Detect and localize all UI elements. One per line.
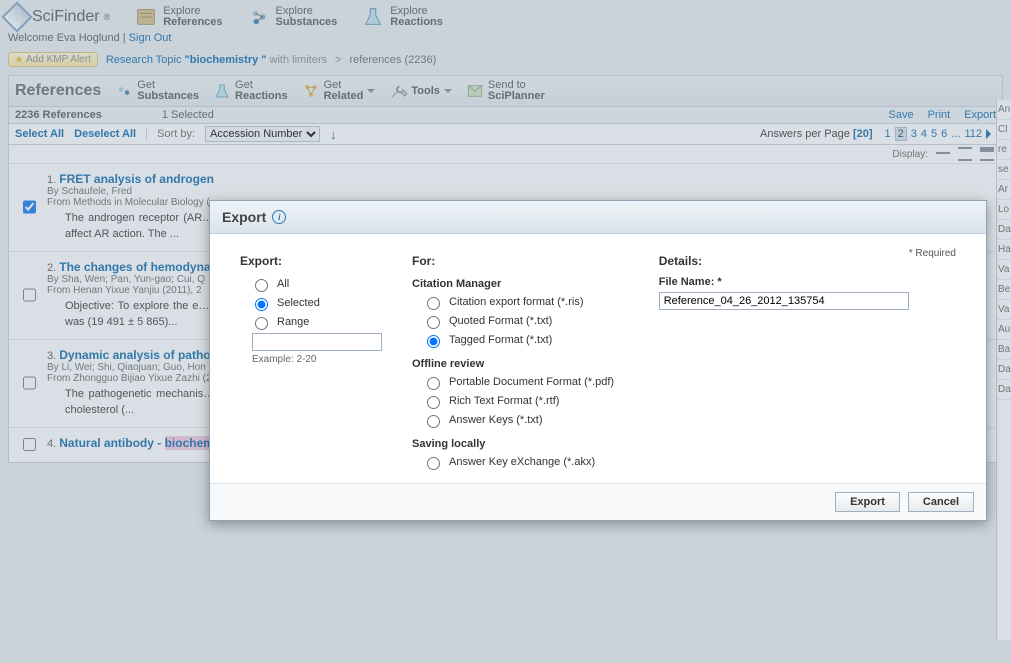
modal-title: Export	[222, 209, 266, 225]
format-akx-radio[interactable]: Answer Key eXchange (*.akx)	[422, 454, 629, 470]
format-ris-radio[interactable]: Citation export format (*.ris)	[422, 294, 629, 310]
format-quoted-radio[interactable]: Quoted Format (*.txt)	[422, 313, 629, 329]
export-all-radio[interactable]: All	[250, 276, 382, 292]
filename-input[interactable]	[659, 292, 909, 310]
cancel-button[interactable]: Cancel	[908, 492, 974, 512]
export-selected-radio[interactable]: Selected	[250, 295, 382, 311]
export-range-radio[interactable]: Range	[250, 314, 382, 330]
info-icon[interactable]: i	[272, 210, 286, 224]
modal-header: Export i	[210, 201, 986, 234]
export-scope-column: Export: All Selected Range Example: 2-20	[240, 254, 382, 473]
required-note: * Required	[909, 248, 956, 259]
format-pdf-radio[interactable]: Portable Document Format (*.pdf)	[422, 374, 629, 390]
range-input[interactable]	[252, 333, 382, 351]
export-button[interactable]: Export	[835, 492, 900, 512]
format-rtf-radio[interactable]: Rich Text Format (*.rtf)	[422, 393, 629, 409]
export-modal: Export i * Required Export: All Selected…	[209, 200, 987, 521]
format-tagged-radio[interactable]: Tagged Format (*.txt)	[422, 332, 629, 348]
range-example: Example: 2-20	[252, 354, 382, 365]
format-answerkeys-radio[interactable]: Answer Keys (*.txt)	[422, 412, 629, 428]
filename-label: File Name: *	[659, 276, 909, 288]
modal-footer: Export Cancel	[210, 483, 986, 520]
export-details-column: Details: File Name: *	[659, 254, 909, 473]
export-format-column: For: Citation Manager Citation export fo…	[412, 254, 629, 473]
